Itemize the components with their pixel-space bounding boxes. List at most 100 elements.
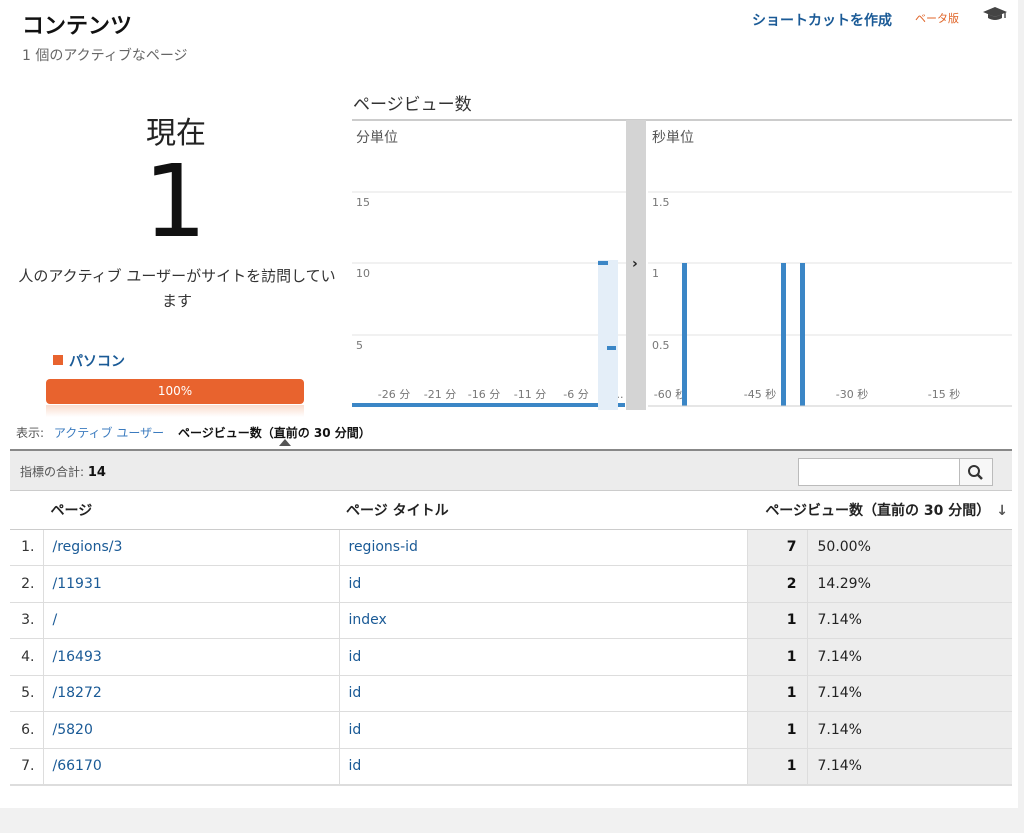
second-bar bbox=[781, 263, 786, 406]
selected-option-indicator bbox=[279, 439, 291, 446]
minute-x-tick: -21 分 bbox=[424, 388, 456, 401]
display-option-pageviews[interactable]: ページビュー数（直前の 30 分間） bbox=[178, 426, 371, 440]
row-percent: 14.29% bbox=[807, 565, 1012, 603]
minute-bar-current bbox=[598, 261, 608, 265]
content-table: ページ ページ タイトル ページビュー数（直前の 30 分間） ↓ 1./regi… bbox=[10, 491, 1012, 785]
second-bar bbox=[682, 263, 687, 406]
table-row: 5./18272 id 1 7.14% bbox=[10, 675, 1012, 712]
row-pageviews: 7 bbox=[747, 529, 808, 566]
row-index: 2. bbox=[10, 565, 44, 603]
page-subtitle: 1 個のアクティブなページ bbox=[22, 48, 188, 64]
minute-x-tick: -26 分 bbox=[378, 388, 410, 401]
second-y-tick: 0.5 bbox=[652, 339, 670, 352]
realtime-content-panel: コンテンツ 1 個のアクティブなページ ショートカットを作成 ベータ版 現在 1… bbox=[0, 0, 1018, 808]
minute-bar-prev bbox=[607, 346, 616, 350]
row-index: 7. bbox=[10, 748, 44, 785]
second-y-tick: 1 bbox=[652, 267, 659, 280]
row-page-link[interactable]: /18272 bbox=[43, 675, 340, 712]
beta-badge: ベータ版 bbox=[915, 12, 959, 25]
table-row: 2./11931 id 2 14.29% bbox=[10, 565, 1012, 603]
row-page-title-link[interactable]: id bbox=[339, 565, 748, 603]
device-bar-reflection bbox=[46, 405, 304, 417]
row-percent: 7.14% bbox=[807, 602, 1012, 639]
row-page-title-link[interactable]: index bbox=[339, 602, 748, 639]
row-page-title-link[interactable]: regions-id bbox=[339, 529, 748, 566]
sort-arrow-down-icon: ↓ bbox=[996, 502, 1008, 519]
row-percent: 7.14% bbox=[807, 638, 1012, 676]
graduation-cap-icon[interactable] bbox=[982, 6, 1008, 22]
row-index: 4. bbox=[10, 638, 44, 676]
device-legend-label[interactable]: パソコン bbox=[69, 351, 125, 371]
row-percent: 50.00% bbox=[807, 529, 1012, 566]
search-button[interactable] bbox=[959, 458, 993, 486]
row-page-link[interactable]: /5820 bbox=[43, 711, 340, 749]
totals-bar: 指標の合計: 14 bbox=[10, 449, 1012, 491]
table-search-input[interactable] bbox=[798, 458, 960, 486]
row-page-link[interactable]: /11931 bbox=[43, 565, 340, 603]
row-page-link[interactable]: /16493 bbox=[43, 638, 340, 676]
column-header-pageviews-label: ページビュー数（直前の 30 分間） bbox=[765, 502, 991, 519]
row-percent: 7.14% bbox=[807, 675, 1012, 712]
row-index: 6. bbox=[10, 711, 44, 749]
device-legend-swatch bbox=[53, 355, 63, 365]
table-row: 6./5820 id 1 7.14% bbox=[10, 711, 1012, 749]
totals-value: 14 bbox=[87, 465, 106, 480]
row-pageviews: 1 bbox=[747, 748, 808, 785]
minute-baseline-tail bbox=[618, 403, 625, 407]
minute-y-tick: 5 bbox=[356, 339, 363, 352]
row-pageviews: 1 bbox=[747, 638, 808, 676]
column-header-page[interactable]: ページ bbox=[43, 491, 339, 530]
row-pageviews: 1 bbox=[747, 711, 808, 749]
minute-y-tick: 10 bbox=[356, 267, 370, 280]
table-header-row: ページ ページ タイトル ページビュー数（直前の 30 分間） ↓ bbox=[10, 491, 1012, 530]
minute-baseline-bar bbox=[352, 403, 598, 407]
row-index: 3. bbox=[10, 602, 44, 639]
second-x-tick: -60 秒 bbox=[654, 387, 686, 401]
second-panel-title: 秒単位 bbox=[652, 130, 694, 146]
row-page-title-link[interactable]: id bbox=[339, 675, 748, 712]
totals-label-text: 指標の合計: bbox=[20, 465, 85, 479]
table-row: 7./66170 id 1 7.14% bbox=[10, 748, 1012, 785]
row-page-link[interactable]: / bbox=[43, 602, 340, 639]
second-bar bbox=[800, 263, 805, 406]
display-prefix: 表示: bbox=[16, 426, 45, 440]
totals-label: 指標の合計: 14 bbox=[20, 463, 106, 480]
active-users-description: 人のアクティブ ユーザーがサイトを訪問しています bbox=[18, 267, 336, 310]
page-title: コンテンツ bbox=[22, 14, 133, 39]
minute-x-tick: -11 分 bbox=[514, 388, 546, 401]
row-index: 5. bbox=[10, 675, 44, 712]
second-x-tick: -30 秒 bbox=[836, 387, 868, 401]
row-page-title-link[interactable]: id bbox=[339, 748, 748, 785]
search-icon bbox=[968, 465, 983, 480]
row-index: 1. bbox=[10, 529, 44, 566]
row-pageviews: 1 bbox=[747, 675, 808, 712]
table-row: 4./16493 id 1 7.14% bbox=[10, 638, 1012, 676]
display-toggle: 表示: アクティブ ユーザー ページビュー数（直前の 30 分間） bbox=[16, 424, 371, 441]
pageviews-chart: 分単位 15105-26 分 -21 分 -16 分 -11 分 -6 分.. › 秒単… bbox=[352, 119, 1012, 410]
table-bottom-border bbox=[10, 785, 1012, 786]
create-shortcut-link[interactable]: ショートカットを作成 bbox=[752, 10, 892, 30]
column-header-page-title[interactable]: ページ タイトル bbox=[339, 491, 747, 530]
row-percent: 7.14% bbox=[807, 748, 1012, 785]
row-pageviews: 1 bbox=[747, 602, 808, 639]
device-share-bar: 100% bbox=[46, 379, 304, 404]
second-y-tick: 1.5 bbox=[652, 196, 670, 209]
table-row: 3. / index 1 7.14% bbox=[10, 602, 1012, 639]
row-page-link[interactable]: /regions/3 bbox=[43, 529, 340, 566]
minute-y-tick: 15 bbox=[356, 196, 370, 209]
row-page-title-link[interactable]: id bbox=[339, 711, 748, 749]
row-page-title-link[interactable]: id bbox=[339, 638, 748, 676]
second-x-tick: -15 秒 bbox=[928, 387, 960, 401]
minute-x-tick: -6 分 bbox=[563, 388, 588, 401]
active-users-count: 1 bbox=[143, 143, 207, 260]
display-option-active-users[interactable]: アクティブ ユーザー bbox=[54, 426, 164, 440]
minute-current-highlight bbox=[598, 260, 618, 410]
column-header-pageviews[interactable]: ページビュー数（直前の 30 分間） ↓ bbox=[747, 491, 1012, 530]
chevron-right-icon: › bbox=[632, 256, 638, 272]
table-row: 1./regions/3 regions-id 7 50.00% bbox=[10, 529, 1012, 566]
minute-panel-title: 分単位 bbox=[356, 130, 398, 146]
row-page-link[interactable]: /66170 bbox=[43, 748, 340, 785]
row-pageviews: 2 bbox=[747, 565, 808, 603]
chart-title: ページビュー数 bbox=[353, 95, 472, 115]
minute-x-tick: -16 分 bbox=[468, 388, 500, 401]
